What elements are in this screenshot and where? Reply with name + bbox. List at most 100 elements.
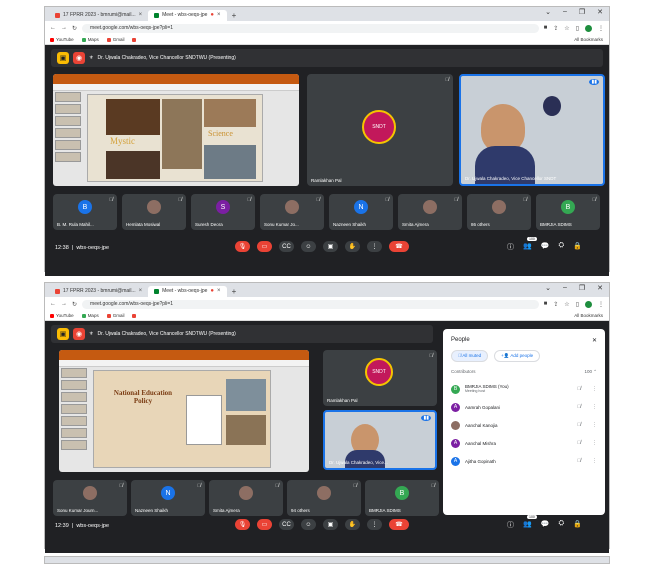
people-icon[interactable]: 👥 100 bbox=[523, 237, 537, 252]
participant-tile[interactable]: 🎙̸ N Nazneen Shaikh bbox=[131, 480, 205, 516]
camera-toggle-button[interactable]: ▭ bbox=[257, 241, 272, 252]
chevron-down-icon[interactable]: ⌄ bbox=[545, 8, 551, 16]
mic-off-icon[interactable]: 🎙̸ bbox=[577, 404, 581, 410]
mic-off-icon[interactable]: 🎙̸ bbox=[577, 422, 581, 428]
sidepanel-icon[interactable]: ▯ bbox=[576, 301, 579, 308]
share-icon[interactable]: ⇪ bbox=[553, 25, 558, 32]
url-field[interactable]: meet.google.com/wbs-oeqs-jpe?pli=1 bbox=[82, 299, 539, 309]
chat-icon[interactable]: 💬 bbox=[541, 520, 550, 530]
reload-icon[interactable]: ↻ bbox=[72, 301, 77, 308]
raise-hand-button[interactable]: ✋ bbox=[345, 519, 360, 530]
bookmark-youtube[interactable]: YouTube bbox=[50, 313, 74, 318]
record-icon[interactable]: ◉ bbox=[73, 328, 85, 340]
people-icon[interactable]: 👥 100 bbox=[523, 515, 537, 530]
bookmark-icon[interactable] bbox=[132, 37, 137, 42]
forward-icon[interactable]: → bbox=[61, 301, 67, 307]
people-list-item[interactable]: A Aamrah Gopalani 🎙̸ ⋮ bbox=[443, 398, 605, 416]
url-field[interactable]: meet.google.com/wbs-oeqs-jpe?pli=1 bbox=[82, 23, 539, 33]
info-icon[interactable]: ⓘ bbox=[507, 520, 514, 530]
participant-tile[interactable]: 🎙̸ Smita Ajmera bbox=[398, 194, 462, 230]
end-call-button[interactable]: ☎ bbox=[389, 241, 409, 252]
lock-icon[interactable]: 🔒 bbox=[573, 520, 582, 530]
participant-tile[interactable]: 🎙̸ Hemlata Mosiwal bbox=[122, 194, 186, 230]
restore-icon[interactable]: ❐ bbox=[579, 8, 585, 16]
more-options-button[interactable]: ⋮ bbox=[367, 241, 382, 252]
participant-tile[interactable]: 🎙̸ 86 others bbox=[467, 194, 531, 230]
back-icon[interactable]: ← bbox=[50, 301, 56, 307]
tab-meet[interactable]: Meet - wbs-oeqs-jpe ● × bbox=[148, 286, 227, 297]
activities-icon[interactable]: ⛭ bbox=[558, 242, 564, 252]
participant-tile-presenter[interactable]: ▮▮ Dr. Ujwala Chakradeo, Vice... bbox=[323, 410, 437, 470]
tab-email[interactable]: 17 FPRR 2023 - bmrumi@mail... × bbox=[49, 10, 149, 21]
menu-icon[interactable]: ⋮ bbox=[598, 25, 604, 32]
close-icon[interactable]: × bbox=[217, 286, 221, 297]
more-options-icon[interactable]: ⋮ bbox=[592, 404, 597, 410]
tab-meet[interactable]: Meet - wbs-oeqs-jpe ● × bbox=[148, 10, 227, 21]
mic-off-icon[interactable]: 🎙̸ bbox=[577, 386, 581, 392]
participant-tile[interactable]: 🎙̸ B BMRJIA SDIMS bbox=[365, 480, 439, 516]
more-options-icon[interactable]: ⋮ bbox=[592, 422, 597, 428]
contributors-header[interactable]: Contributors 100 ⌃ bbox=[443, 364, 605, 380]
bookmark-maps[interactable]: Maps bbox=[81, 37, 99, 42]
info-icon[interactable]: ⓘ bbox=[507, 242, 514, 252]
mic-toggle-button[interactable]: 🎙 bbox=[235, 519, 250, 530]
participant-tile[interactable]: 🎙̸ 94 others bbox=[287, 480, 361, 516]
bookmark-maps[interactable]: Maps bbox=[81, 313, 99, 318]
participant-tile[interactable]: 🎙̸ N Nazneen Shaikh bbox=[329, 194, 393, 230]
new-tab-button[interactable]: + bbox=[227, 286, 242, 297]
more-options-icon[interactable]: ⋮ bbox=[592, 440, 597, 446]
camera-icon[interactable]: ■ bbox=[544, 25, 548, 32]
raise-hand-button[interactable]: ✋ bbox=[345, 241, 360, 252]
activities-icon[interactable]: ▣ bbox=[57, 52, 69, 64]
minimize-icon[interactable]: – bbox=[563, 284, 567, 292]
reload-icon[interactable]: ↻ bbox=[72, 25, 77, 32]
bookmark-gmail[interactable]: Gmail bbox=[106, 313, 124, 318]
profile-avatar[interactable] bbox=[585, 300, 592, 308]
star-icon[interactable]: ☆ bbox=[564, 25, 569, 32]
tab-email[interactable]: 17 FPRR 2023 - bmrumi@mail... × bbox=[49, 286, 149, 297]
emoji-button[interactable]: ☺ bbox=[301, 519, 316, 530]
new-tab-button[interactable]: + bbox=[227, 10, 242, 21]
forward-icon[interactable]: → bbox=[61, 25, 67, 31]
more-options-icon[interactable]: ⋮ bbox=[592, 386, 597, 392]
activities-icon[interactable]: ▣ bbox=[57, 328, 69, 340]
star-icon[interactable]: ☆ bbox=[564, 301, 569, 308]
minimize-icon[interactable]: – bbox=[563, 8, 567, 16]
emoji-button[interactable]: ☺ bbox=[301, 241, 316, 252]
chat-icon[interactable]: 💬 bbox=[541, 242, 550, 252]
back-icon[interactable]: ← bbox=[50, 25, 56, 31]
camera-icon[interactable]: ■ bbox=[544, 301, 548, 308]
close-window-icon[interactable]: ✕ bbox=[597, 284, 603, 292]
share-icon[interactable]: ⇪ bbox=[553, 301, 558, 308]
participant-tile-ramlakhan[interactable]: 🎙̸ SNDT Ramlakhan Pal bbox=[307, 74, 453, 186]
people-list-item[interactable]: A Aanchal Mishra 🎙̸ ⋮ bbox=[443, 434, 605, 452]
close-window-icon[interactable]: ✕ bbox=[597, 8, 603, 16]
mic-toggle-button[interactable]: 🎙 bbox=[235, 241, 250, 252]
more-options-button[interactable]: ⋮ bbox=[367, 519, 382, 530]
record-icon[interactable]: ◉ bbox=[73, 52, 85, 64]
camera-toggle-button[interactable]: ▭ bbox=[257, 519, 272, 530]
bookmark-youtube[interactable]: YouTube bbox=[50, 37, 74, 42]
lock-icon[interactable]: 🔒 bbox=[573, 242, 582, 252]
participant-tile[interactable]: 🎙̸ B BMRJIA SDIMS bbox=[536, 194, 600, 230]
sidepanel-icon[interactable]: ▯ bbox=[576, 25, 579, 32]
people-list-item[interactable]: A Ajitha Gopinath 🎙̸ ⋮ bbox=[443, 452, 605, 470]
present-button[interactable]: ▣ bbox=[323, 519, 338, 530]
close-icon[interactable]: × bbox=[139, 286, 143, 297]
add-people-button[interactable]: +👤 Add people bbox=[494, 350, 541, 362]
participant-tile-presenter[interactable]: ▮▮ Dr. Ujwala Chakradeo, Vice Chancellor… bbox=[459, 74, 605, 186]
end-call-button[interactable]: ☎ bbox=[389, 519, 409, 530]
all-muted-button[interactable]: 🎙̸ All muted bbox=[451, 350, 489, 362]
close-icon[interactable]: × bbox=[217, 10, 221, 21]
participant-tile-ramlakhan[interactable]: 🎙̸ SNDT Ramlakhan Pal bbox=[323, 350, 437, 406]
participant-tile[interactable]: 🎙̸ Sonu Kumar Jo... bbox=[260, 194, 324, 230]
mic-off-icon[interactable]: 🎙̸ bbox=[577, 458, 581, 464]
close-icon[interactable]: ✕ bbox=[592, 337, 597, 344]
more-options-icon[interactable]: ⋮ bbox=[592, 458, 597, 464]
profile-avatar[interactable] bbox=[585, 24, 592, 32]
captions-button[interactable]: CC bbox=[279, 241, 294, 252]
people-list-item[interactable]: B BMRJIA SDIMS (You) Meeting host 🎙̸ ⋮ bbox=[443, 380, 605, 398]
all-bookmarks[interactable]: All Bookmarks bbox=[574, 37, 603, 42]
activities-icon[interactable]: ⛭ bbox=[558, 520, 564, 530]
close-icon[interactable]: × bbox=[139, 10, 143, 21]
